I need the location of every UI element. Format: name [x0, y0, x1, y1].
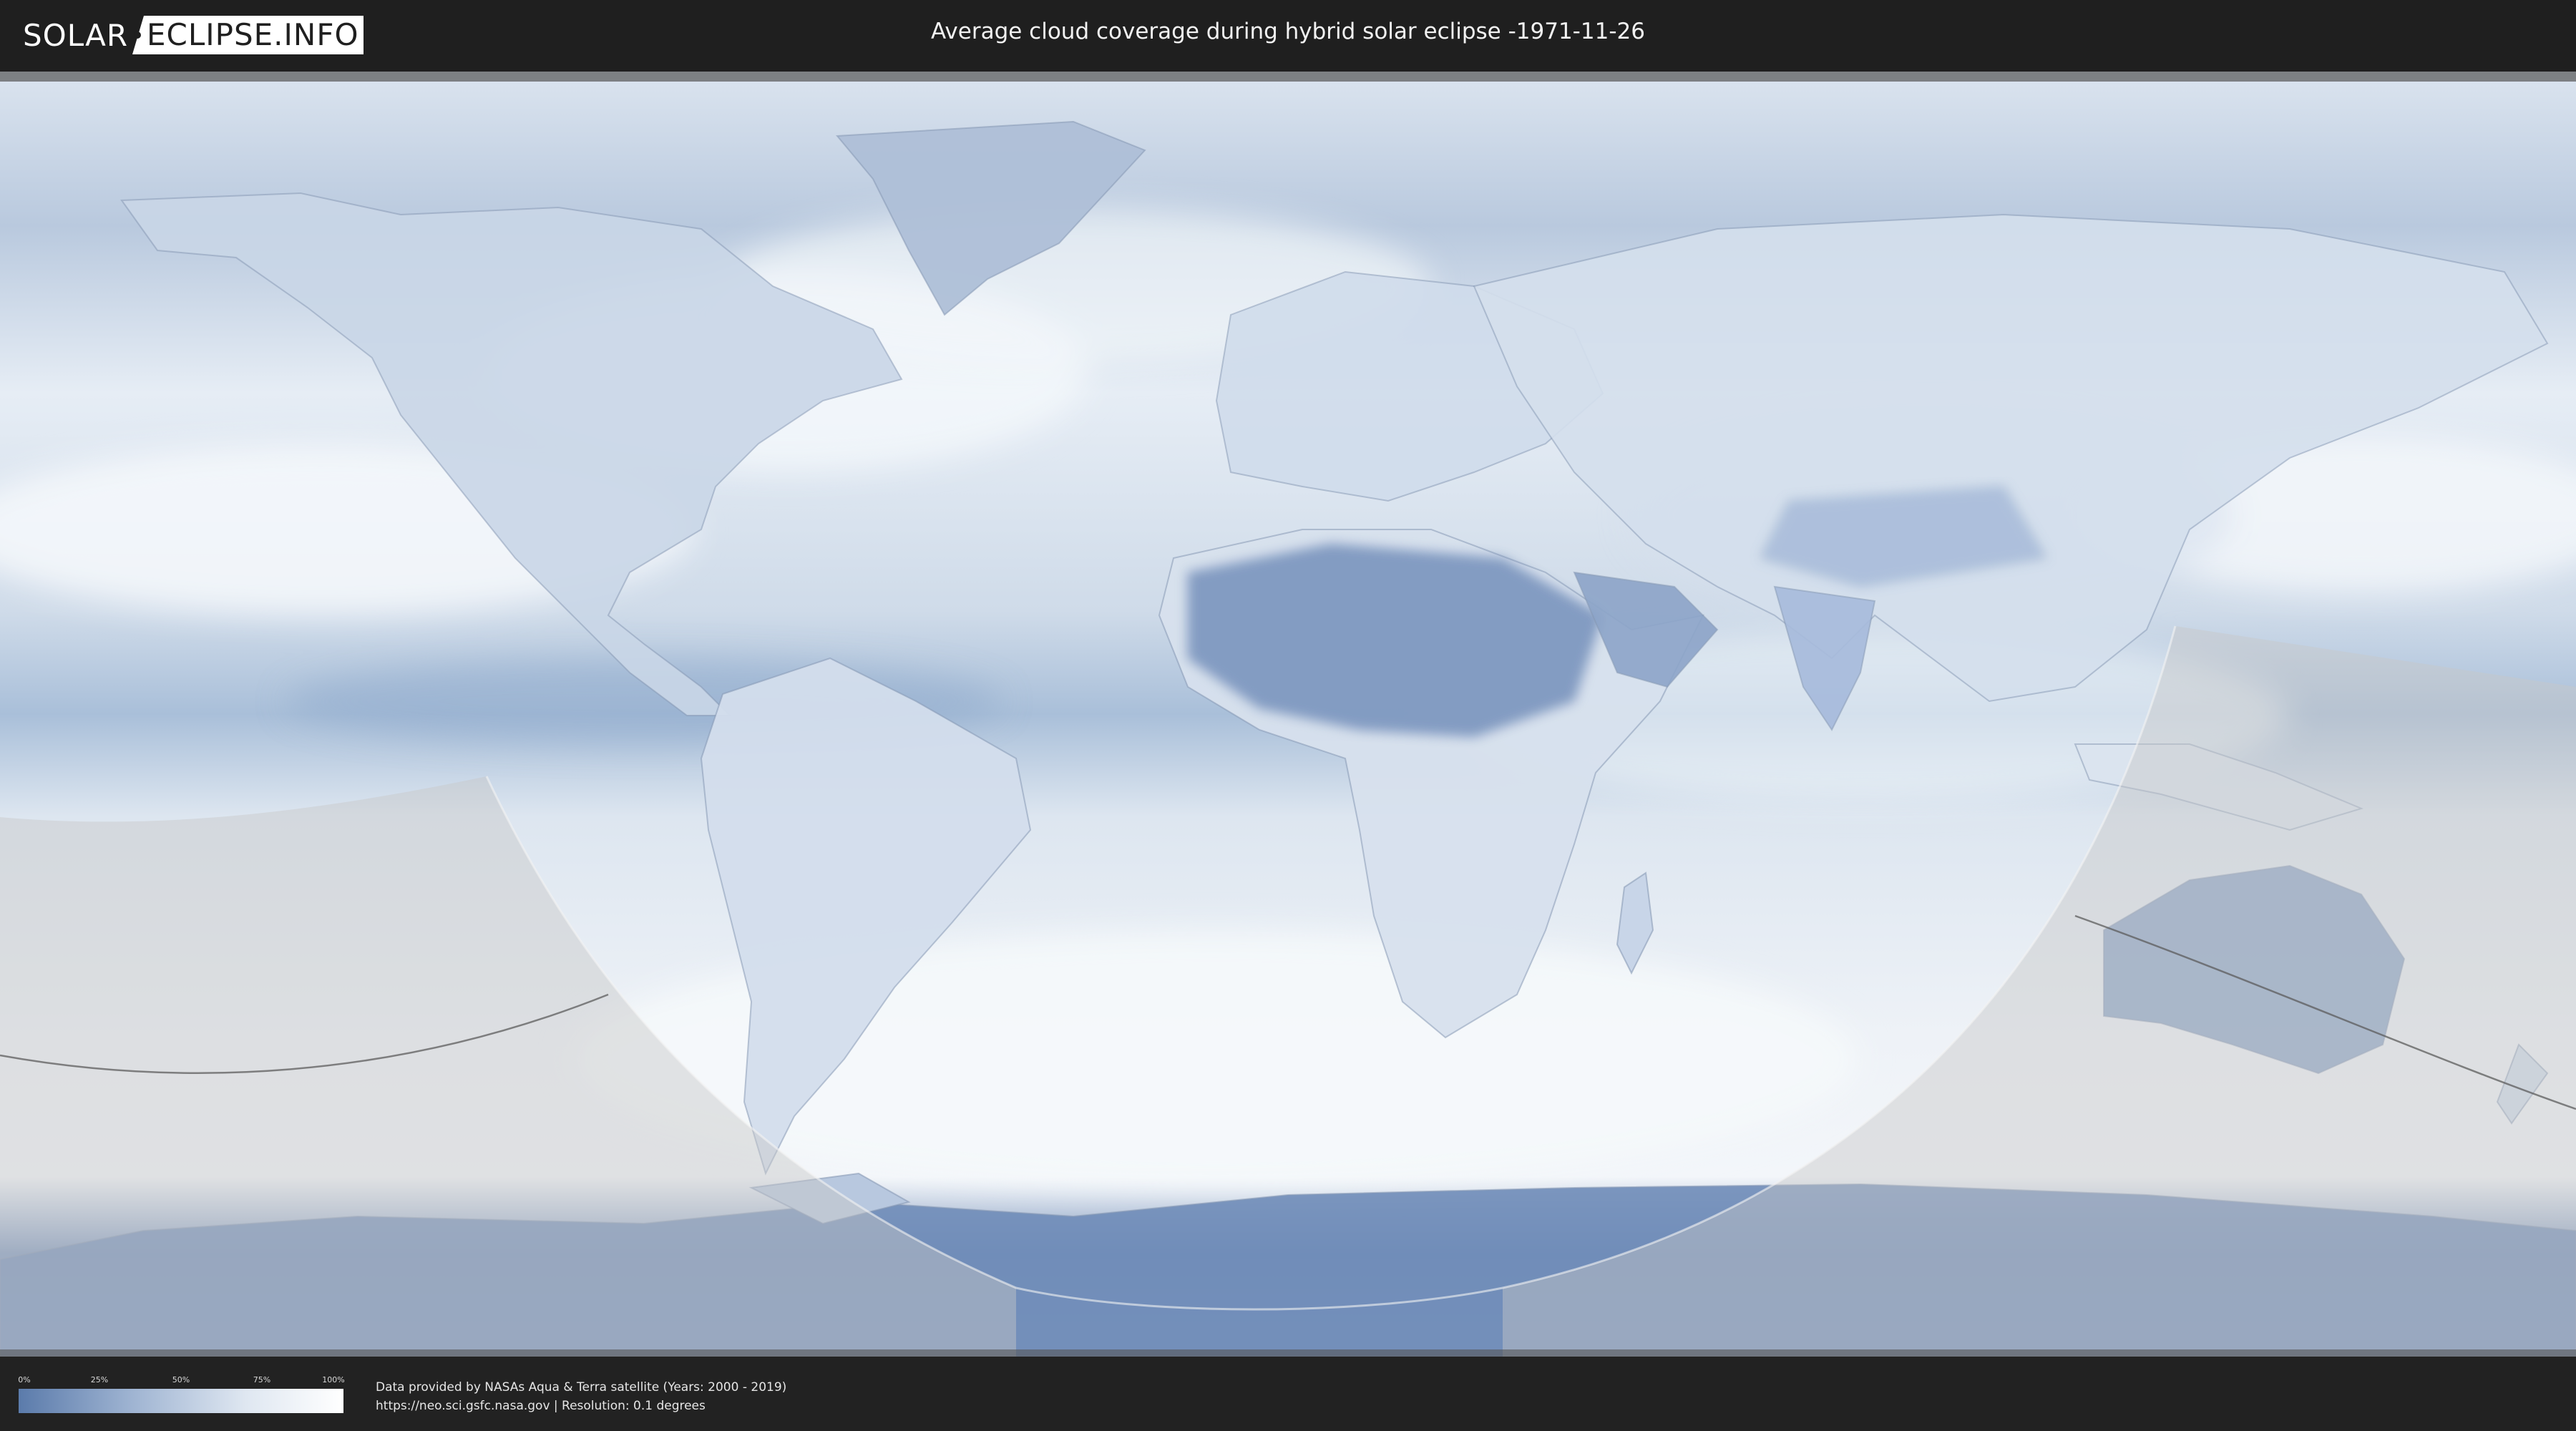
legend-tick-25: 25%	[90, 1375, 109, 1384]
cloud-coverage-map	[0, 72, 2576, 1357]
legend-tick-75: 75%	[253, 1375, 271, 1384]
legend-tick-0: 0%	[18, 1375, 31, 1384]
map-svg	[0, 72, 2576, 1357]
legend-tick-100: 100%	[322, 1375, 345, 1384]
legend-tick-labels: 0% 25% 50% 75% 100%	[18, 1375, 345, 1387]
header-bar: SOLAR ECLIPSE.INFO Average cloud coverag…	[0, 0, 2576, 72]
map-bottom-edge	[0, 1349, 2576, 1357]
data-credits: Data provided by NASAs Aqua & Terra sate…	[376, 1378, 786, 1415]
legend-color-bar	[19, 1389, 343, 1413]
page-title: Average cloud coverage during hybrid sol…	[0, 19, 2576, 44]
page-title-text: Average cloud coverage during hybrid sol…	[931, 19, 1645, 44]
map-top-edge	[0, 72, 2576, 82]
credits-line-1: Data provided by NASAs Aqua & Terra sate…	[376, 1380, 787, 1395]
legend-tick-50: 50%	[172, 1375, 190, 1384]
credits-line-2[interactable]: https://neo.sci.gsfc.nasa.gov | Resoluti…	[376, 1397, 786, 1415]
